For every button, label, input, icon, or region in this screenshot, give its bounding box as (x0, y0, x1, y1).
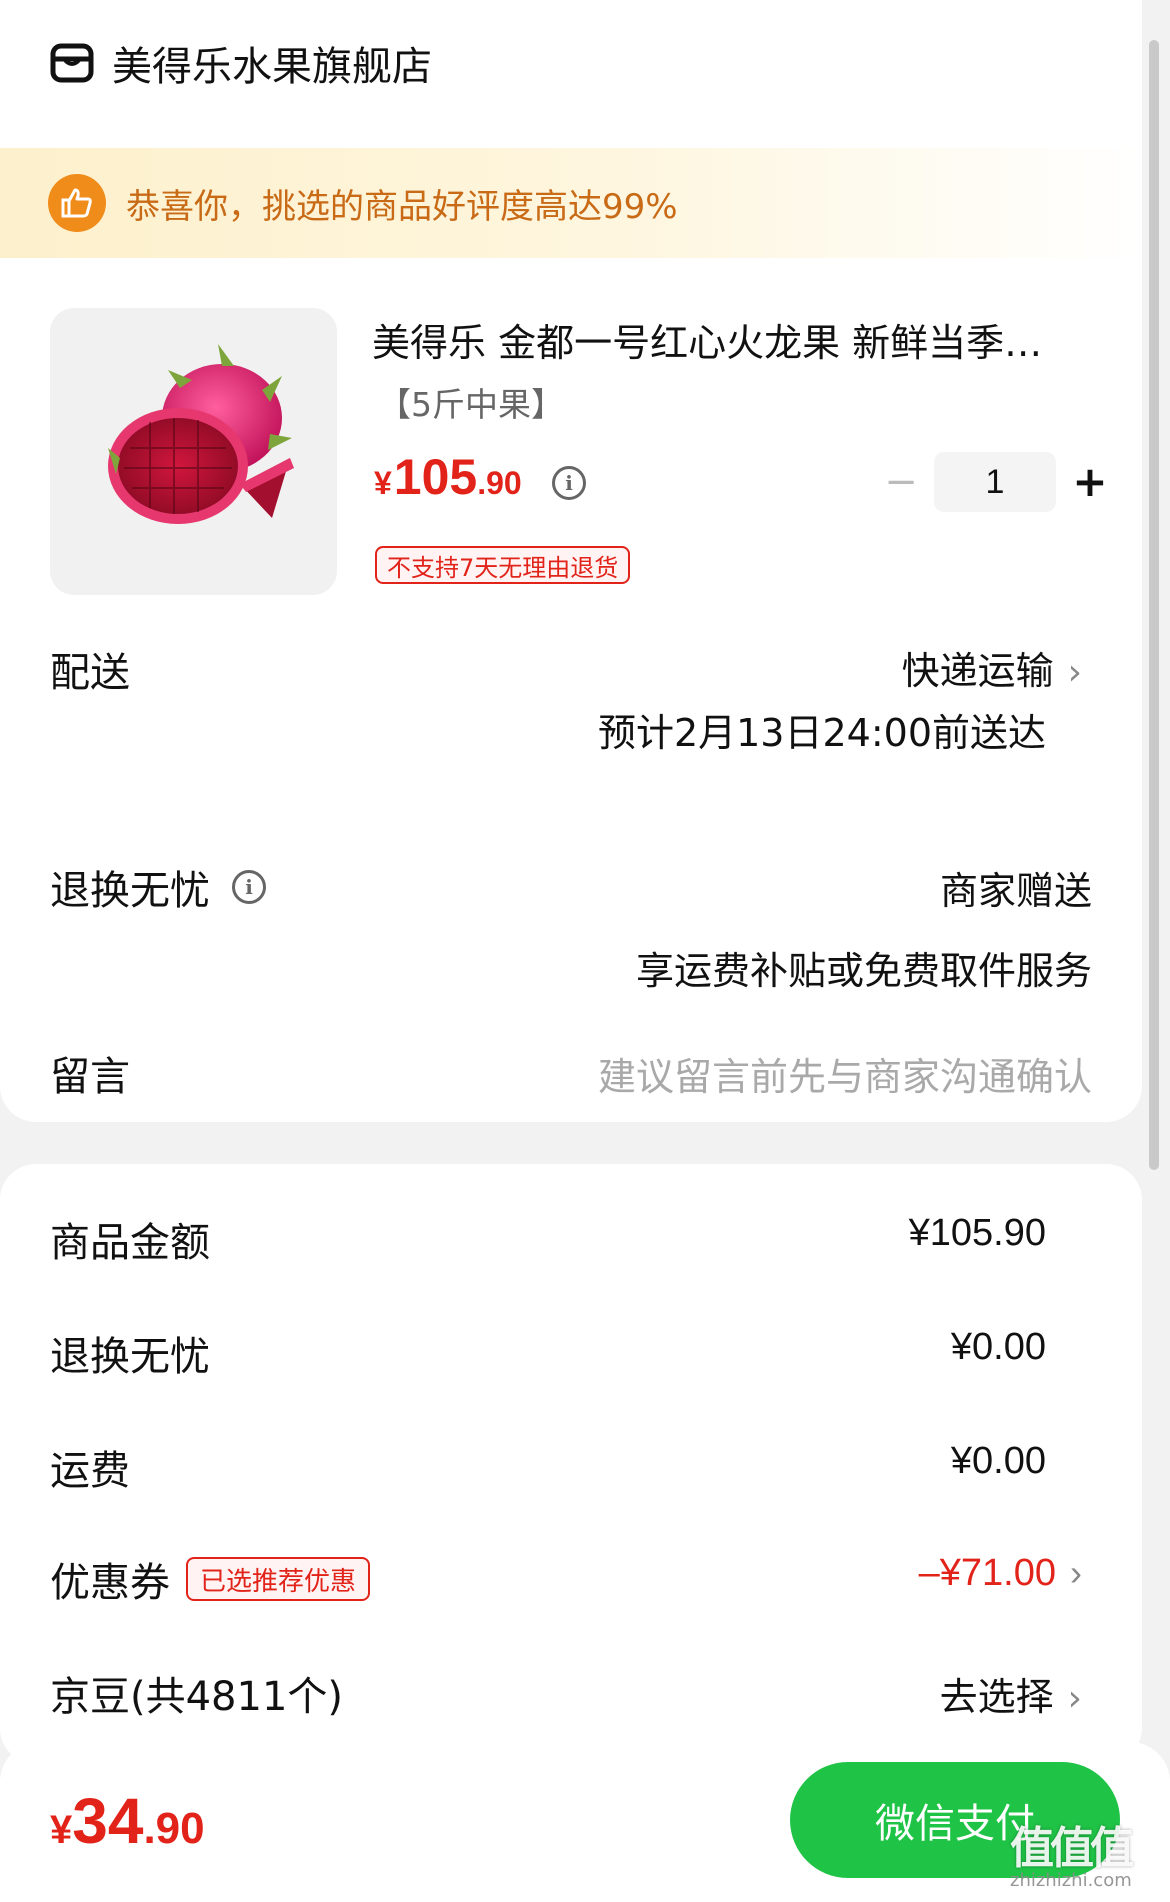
total-symbol: ¥ (50, 1808, 73, 1852)
watermark-logo: 值值值 (1010, 1823, 1134, 1874)
quantity-input[interactable]: 1 (934, 452, 1056, 512)
goods-amount-value: ¥105.90 (908, 1212, 1046, 1254)
watermark-domain: zhizhizhi.com (1010, 1870, 1132, 1891)
price-decimal: .90 (477, 465, 522, 501)
returns-info-icon[interactable]: i (232, 870, 266, 904)
total-decimal: .90 (143, 1804, 205, 1853)
returns-row-label: 退换无忧 i (50, 858, 266, 916)
no-return-tag: 不支持7天无理由退货 (375, 546, 631, 584)
returns-fee-value: ¥0.00 (950, 1326, 1046, 1368)
delivery-method[interactable]: 快递运输 › (902, 640, 1082, 695)
jd-beans-label: 京豆(共4811个) (50, 1674, 344, 1720)
product-image[interactable] (50, 308, 337, 595)
shipping-label: 运费 (50, 1448, 130, 1494)
coupon-selector[interactable]: –¥71.00 › (919, 1552, 1082, 1595)
cost-summary-card: 商品金额 ¥105.90 退换无忧 ¥0.00 运费 ¥0.00 优惠券 已选推… (0, 1164, 1142, 1764)
coupon-label: 优惠券 (50, 1560, 170, 1606)
store-icon (50, 43, 94, 83)
goods-amount-label: 商品金额 (50, 1220, 210, 1266)
thumbs-up-icon (48, 174, 106, 232)
store-name: 美得乐水果旗舰店 (112, 44, 432, 90)
product-spec: 【5斤中果】 (378, 385, 564, 424)
coupon-recommended-tag: 已选推荐优惠 (186, 1557, 371, 1601)
message-label: 留言 (50, 1054, 130, 1100)
rating-banner: 恭喜你，挑选的商品好评度高达99% (0, 148, 1142, 258)
price-integer: 105 (393, 449, 478, 505)
shipping-value: ¥0.00 (950, 1440, 1046, 1482)
chevron-right-icon: › (1067, 652, 1082, 693)
watermark: 值值值 zhizhizhi.com (1010, 1812, 1160, 1892)
chevron-right-icon: › (1070, 1552, 1082, 1593)
product-title[interactable]: 美得乐 金都一号红心火龙果 新鲜当季… (372, 312, 1132, 367)
order-main-card: 美得乐水果旗舰店 恭喜你，挑选的商品好评度高达99% 美得乐 金都一号红心火龙果… (0, 0, 1142, 1122)
store-header[interactable]: 美得乐水果旗舰店 (50, 34, 432, 92)
coupon-value: –¥71.00 (918, 1552, 1056, 1594)
delivery-eta: 预计2月13日24:00前送达 (597, 711, 1046, 755)
returns-fee-label: 退换无忧 (50, 1334, 210, 1380)
scrollbar[interactable] (1149, 40, 1159, 1170)
chevron-right-icon: › (1067, 1678, 1082, 1719)
price-info-icon[interactable]: i (552, 466, 586, 500)
returns-detail: 享运费补贴或免费取件服务 (635, 949, 1092, 993)
quantity-decrease-button[interactable]: − (884, 459, 918, 505)
jd-beans-value: 去选择 (939, 1675, 1054, 1719)
jd-beans-selector[interactable]: 去选择 › (940, 1666, 1082, 1721)
returns-value: 商家赠送 (939, 869, 1092, 913)
rating-banner-text: 恭喜你，挑选的商品好评度高达99% (126, 186, 678, 227)
price-symbol: ¥ (374, 465, 392, 501)
product-price: ¥ 105 .90 (374, 448, 522, 506)
delivery-label: 配送 (50, 650, 130, 696)
delivery-method-text: 快递运输 (901, 649, 1054, 693)
coupon-row-label: 优惠券 已选推荐优惠 (50, 1550, 371, 1608)
message-input[interactable]: 建议留言前先与商家沟通确认 (598, 1046, 1092, 1101)
total-integer: 34 (72, 1785, 144, 1857)
dragon-fruit-image (108, 344, 294, 524)
quantity-increase-button[interactable]: + (1070, 456, 1110, 506)
returns-label: 退换无忧 (50, 868, 210, 914)
total-price: ¥ 34 .90 (50, 1784, 205, 1858)
